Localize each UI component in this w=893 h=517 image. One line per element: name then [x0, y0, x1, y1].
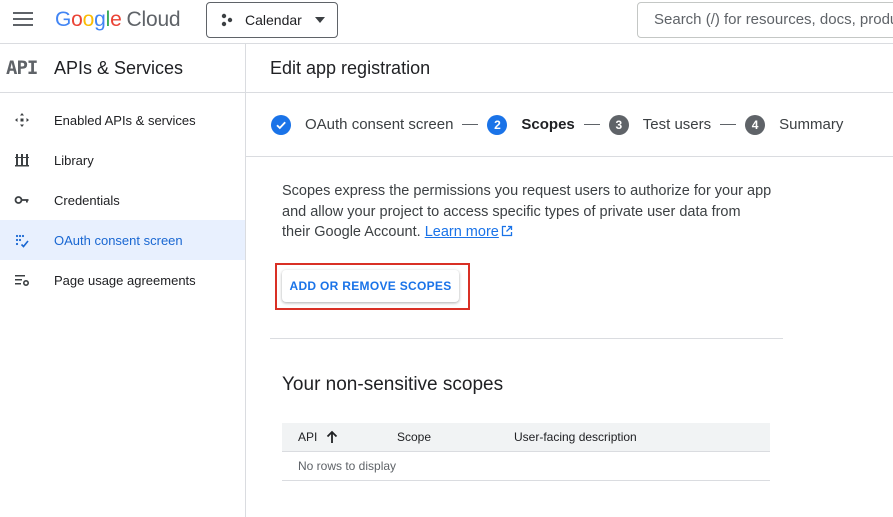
step-test-users[interactable]: 3 Test users: [608, 114, 712, 135]
main-menu-icon[interactable]: [13, 12, 33, 28]
chevron-down-icon: [315, 17, 325, 23]
google-cloud-logo[interactable]: Google Cloud: [55, 8, 181, 32]
step-separator: [462, 124, 479, 125]
step-number: 2: [487, 114, 508, 135]
page-header: Edit app registration: [246, 44, 893, 93]
step-separator: [720, 124, 737, 125]
logo-letter: o: [71, 8, 83, 31]
main-content: Edit app registration OAuth consent scre…: [246, 44, 893, 517]
empty-message: No rows to display: [282, 451, 770, 481]
logo-letter: o: [82, 8, 95, 31]
column-header-api[interactable]: API: [282, 423, 397, 452]
search-input[interactable]: Search (/) for resources, docs, products…: [637, 2, 893, 38]
external-link-icon[interactable]: [501, 225, 513, 237]
enabled-apis-icon: [15, 113, 29, 127]
step-number: 4: [745, 114, 766, 135]
step-scopes[interactable]: 2 Scopes: [487, 114, 575, 135]
settings-list-icon: [15, 275, 30, 287]
sidebar-item-label: Enabled APIs & services: [54, 112, 196, 128]
step-label: Scopes: [521, 116, 575, 133]
column-label: API: [298, 429, 318, 444]
sidebar-item-oauth-consent[interactable]: OAuth consent screen: [0, 220, 245, 260]
check-icon: [271, 114, 291, 135]
description-text: Scopes express the permissions you reque…: [282, 183, 772, 240]
project-icon: [221, 13, 233, 27]
scopes-content: Scopes express the permissions you reque…: [246, 157, 893, 243]
project-name: Calendar: [245, 12, 302, 28]
learn-more-link[interactable]: Learn more: [425, 224, 499, 240]
logo-letter: e: [110, 8, 122, 31]
sidebar-item-library[interactable]: Library: [0, 140, 245, 180]
column-header-scope[interactable]: Scope: [397, 423, 514, 452]
step-label: Summary: [779, 116, 844, 133]
sidebar-item-label: Library: [54, 152, 94, 168]
step-separator: [583, 124, 600, 125]
sidebar-item-label: OAuth consent screen: [54, 232, 183, 248]
sidebar-title: APIs & Services: [54, 57, 184, 78]
library-icon: [15, 154, 29, 167]
stepper: OAuth consent screen 2 Scopes 3 Test use…: [246, 93, 893, 157]
page-title: Edit app registration: [270, 57, 431, 78]
sidebar-nav: Enabled APIs & services Library Credenti…: [0, 93, 245, 300]
non-sensitive-scopes-table: API Scope User-facing description No row…: [282, 423, 770, 481]
column-header-description[interactable]: User-facing description: [514, 423, 770, 452]
table-header-row: API Scope User-facing description: [282, 423, 770, 452]
sidebar-item-credentials[interactable]: Credentials: [0, 180, 245, 220]
step-label: OAuth consent screen: [305, 116, 454, 133]
step-label: Test users: [642, 116, 712, 133]
oauth-consent-icon: [15, 234, 29, 248]
sidebar: API APIs & Services Enabled APIs & servi…: [0, 44, 246, 517]
key-icon: [14, 196, 29, 204]
table-empty-row: No rows to display: [282, 451, 770, 481]
project-picker[interactable]: Calendar: [206, 2, 338, 38]
sidebar-item-label: Page usage agreements: [54, 272, 196, 288]
section-title: Your non-sensitive scopes: [282, 374, 504, 395]
step-number: 3: [608, 114, 629, 135]
divider: [270, 338, 783, 339]
logo-letter: G: [55, 8, 72, 31]
sidebar-item-enabled-apis[interactable]: Enabled APIs & services: [0, 100, 245, 140]
step-summary[interactable]: 4 Summary: [745, 114, 844, 135]
arrow-up-icon[interactable]: [325, 430, 339, 444]
sidebar-header: API APIs & Services: [0, 44, 245, 93]
top-bar: Google Cloud Calendar Search (/) for reso…: [0, 0, 893, 44]
logo-letter: g: [94, 8, 106, 31]
step-oauth-consent[interactable]: OAuth consent screen: [271, 114, 454, 135]
scopes-description: Scopes express the permissions you reque…: [282, 181, 772, 243]
sidebar-item-label: Credentials: [54, 192, 120, 208]
api-logo-icon: API: [6, 57, 38, 79]
logo-cloud-text: Cloud: [126, 8, 181, 31]
add-remove-scopes-button[interactable]: ADD OR REMOVE SCOPES: [282, 270, 459, 302]
sidebar-item-page-usage[interactable]: Page usage agreements: [0, 260, 245, 300]
